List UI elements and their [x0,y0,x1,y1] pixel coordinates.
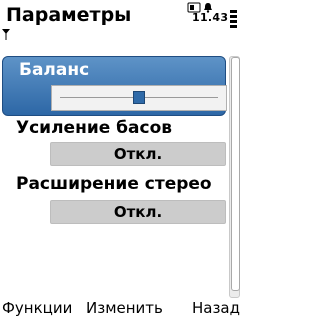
clock-time: 11.43 [192,11,229,24]
bass-value[interactable]: Откл. [50,142,226,166]
status-bar: Параметры 11.43 [0,0,240,44]
balance-slider[interactable] [51,85,227,111]
softkey-change[interactable]: Изменить [86,298,163,318]
setting-balance[interactable]: Баланс [2,56,227,116]
stereo-label: Расширение стерео [16,174,212,194]
settings-list: Баланс Усиление басов Откл. Расширение с… [0,56,240,296]
softkey-options[interactable]: Функции [2,298,72,318]
antenna-icon [2,29,10,40]
softkey-back[interactable]: Назад [192,298,240,318]
scrollbar-thumb[interactable] [231,57,240,291]
softkey-bar: Функции Изменить Назад [0,296,240,320]
scrollbar[interactable] [229,56,240,298]
slider-thumb[interactable] [133,91,145,104]
balance-label: Баланс [19,60,90,80]
stereo-value[interactable]: Откл. [50,200,226,224]
battery-icon [230,10,237,28]
bass-label: Усиление басов [16,118,173,138]
page-title: Параметры [6,4,132,26]
